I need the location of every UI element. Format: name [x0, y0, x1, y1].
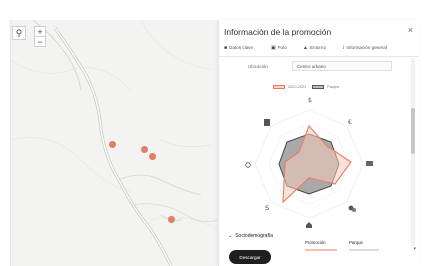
panel-title: Información de la promoción — [224, 27, 332, 37]
zoom-out-button[interactable]: − — [34, 36, 46, 47]
section-sociodemografia[interactable]: ⌄ Sociodemografía — [228, 233, 273, 239]
map-marker[interactable] — [109, 141, 116, 148]
panel-content[interactable]: Ubicación Centro urbano 2020-2021 Parque… — [219, 57, 419, 253]
tab-entorno[interactable]: ▲ Entorno — [303, 45, 326, 51]
info-icon: ⅰ — [343, 45, 345, 51]
location-value: Centro urbano — [292, 61, 392, 71]
money-icon: $ — [308, 97, 312, 104]
chevron-down-icon: ⌄ — [228, 233, 233, 239]
photo-icon: ▣ — [271, 45, 276, 51]
download-button[interactable]: Descargar — [229, 250, 271, 264]
section-title: Sociodemografía — [235, 233, 274, 239]
dollar-icon: S — [265, 204, 269, 212]
tab-informacion-general[interactable]: ⅰ Información general — [343, 45, 387, 51]
light-bulb-icon — [245, 162, 251, 168]
location-label: Ubicación — [248, 64, 268, 69]
surroundings-icon: ▲ — [303, 45, 308, 51]
close-icon[interactable]: × — [408, 25, 413, 35]
legend-label-promotion: 2020-2021 — [288, 85, 307, 89]
radar-legend: 2020-2021 Parque — [273, 85, 339, 89]
tab-foto[interactable]: ▣ Foto — [271, 45, 287, 51]
legend-label-park: Parque — [327, 85, 340, 89]
id-card-icon — [366, 161, 373, 166]
scroll-down-icon[interactable]: ▾ — [413, 246, 416, 252]
map-marker[interactable] — [141, 146, 148, 153]
legend-swatch-park — [312, 85, 325, 89]
map-marker[interactable] — [168, 216, 175, 223]
park-bar — [349, 249, 379, 251]
panel-scrollbar-thumb[interactable] — [411, 108, 415, 154]
tab-bar: ■ Datos clave ▣ Foto ▲ Entorno ⅰ Información… — [219, 42, 419, 57]
datasheet-icon: ■ — [224, 45, 228, 51]
map-view[interactable] — [10, 20, 219, 266]
home-icon — [306, 222, 312, 228]
column-header-park: Parque — [349, 240, 363, 245]
radar-chart: $ € S — [245, 97, 373, 228]
group-icon-secondary — [352, 208, 356, 212]
search-icon: ⚲ — [15, 27, 23, 38]
promotion-bar — [305, 249, 337, 251]
promotion-panel: Información de la promoción × ■ Datos cla… — [218, 20, 419, 266]
building-icon — [264, 119, 270, 126]
map-search-button[interactable]: ⚲ — [12, 26, 26, 40]
tab-datos-clave[interactable]: ■ Datos clave — [224, 45, 253, 51]
map-marker[interactable] — [149, 153, 156, 160]
app: ⚲ + − Información de la promoción × ■ Dat… — [0, 0, 426, 266]
minus-icon: − — [37, 36, 43, 47]
column-header-promotion: Promoción — [305, 240, 326, 245]
legend-swatch-promotion — [273, 85, 285, 89]
euro-icon: € — [348, 119, 352, 126]
